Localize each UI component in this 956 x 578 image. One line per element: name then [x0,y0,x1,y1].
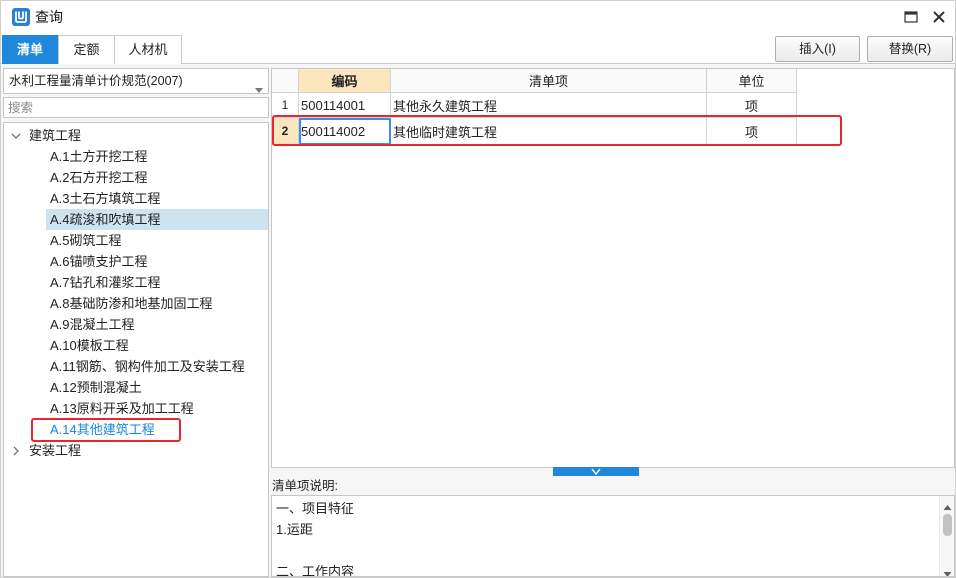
replace-button[interactable]: 替换(R) [867,36,953,62]
tree-leaf[interactable]: A.14其他建筑工程 [46,419,268,440]
tree-leaf[interactable]: A.11钢筋、钢构件加工及安装工程 [46,356,268,377]
tree-leaf[interactable]: A.13原料开采及加工工程 [46,398,268,419]
bill-items-grid[interactable]: 编码 清单项 单位 1 500114001 其他永久建筑工程 项 2 50011… [271,68,955,468]
tree-leaf[interactable]: A.3土石方填筑工程 [46,188,268,209]
spec-select[interactable]: 水利工程量清单计价规范(2007) [3,68,269,94]
description-label: 清单项说明: [272,479,338,493]
tree-node-installation-works[interactable]: 安装工程 [4,440,268,461]
description-content: 一、项目特征 1.运距 二、工作内容 [276,498,938,577]
tree-leaf[interactable]: A.1土方开挖工程 [46,146,268,167]
column-header-item[interactable]: 清单项 [390,69,707,93]
spec-select-value: 水利工程量清单计价规范(2007) [9,74,183,88]
tab-labor-material-machine[interactable]: 人材机 [114,35,182,64]
column-header-code[interactable]: 编码 [298,69,391,93]
tree-leaf[interactable]: A.10模板工程 [46,335,268,356]
scroll-down-icon[interactable] [943,566,952,576]
tree-leaf[interactable]: A.12预制混凝土 [46,377,268,398]
item-name-cell[interactable]: 其他临时建筑工程 [390,117,707,145]
scrollbar-thumb[interactable] [943,514,952,536]
maximize-icon[interactable] [904,11,918,23]
unit-cell[interactable]: 项 [706,117,797,145]
table-row[interactable]: 2 500114002 其他临时建筑工程 项 [272,117,797,145]
unit-cell[interactable]: 项 [706,92,797,118]
tab-bar: 清单 定额 人材机 插入(I) 替换(R) [1,33,955,64]
code-cell[interactable]: 500114001 [298,92,391,118]
chevron-down-icon[interactable] [11,126,21,139]
tree-leaf[interactable]: A.2石方开挖工程 [46,167,268,188]
tree-leaf[interactable]: A.7钻孔和灌浆工程 [46,272,268,293]
chevron-right-icon[interactable] [11,441,21,456]
description-line: 二、工作内容 [276,564,355,577]
item-name-cell[interactable]: 其他永久建筑工程 [390,92,707,118]
panel-splitter-handle[interactable] [553,467,639,476]
description-line [276,540,938,561]
close-icon[interactable] [932,10,946,24]
vertical-scrollbar[interactable] [939,496,954,576]
description-line: 一、项目特征 [276,501,355,516]
bill-items-table: 编码 清单项 单位 1 500114001 其他永久建筑工程 项 2 50011… [272,69,797,145]
window-title: 查询 [35,9,63,25]
title-bar: 查询 [1,1,955,33]
row-number[interactable]: 1 [272,92,299,118]
query-dialog: 查询 清单 定额 人材机 插入(I) 替换(R) 水利工程量清单计价规范(200… [0,0,956,578]
description-line: 1.运距 [276,522,313,537]
tab-quota[interactable]: 定额 [58,35,115,64]
tree-leaf[interactable]: A.4疏浚和吹填工程 [46,209,268,230]
tree-node-building-works[interactable]: 建筑工程 [4,125,268,146]
chevron-down-icon [591,468,601,475]
description-textbox[interactable]: 一、项目特征 1.运距 二、工作内容 [271,495,955,577]
row-number-header [272,69,299,93]
row-number[interactable]: 2 [272,117,299,145]
scroll-up-icon[interactable] [943,499,952,510]
tree-node-label: 安装工程 [29,443,82,458]
tree-leaf[interactable]: A.8基础防渗和地基加固工程 [46,293,268,314]
insert-button[interactable]: 插入(I) [775,36,860,62]
search-input[interactable] [3,97,269,118]
tree-leaf[interactable]: A.6锚喷支护工程 [46,251,268,272]
column-header-unit[interactable]: 单位 [706,69,797,93]
category-tree[interactable]: 建筑工程 A.1土方开挖工程 A.2石方开挖工程 A.3土石方填筑工程 A.4疏… [3,122,269,577]
code-cell[interactable]: 500114002 [298,117,391,145]
tree-leaf[interactable]: A.5砌筑工程 [46,230,268,251]
tree-node-label: 建筑工程 [29,128,82,143]
tab-bill-items[interactable]: 清单 [2,35,58,64]
table-header-row: 编码 清单项 单位 [272,69,797,93]
tree-leaf[interactable]: A.9混凝土工程 [46,314,268,335]
app-logo-icon [12,8,30,26]
table-row[interactable]: 1 500114001 其他永久建筑工程 项 [272,92,797,118]
chevron-down-icon[interactable] [255,78,263,93]
